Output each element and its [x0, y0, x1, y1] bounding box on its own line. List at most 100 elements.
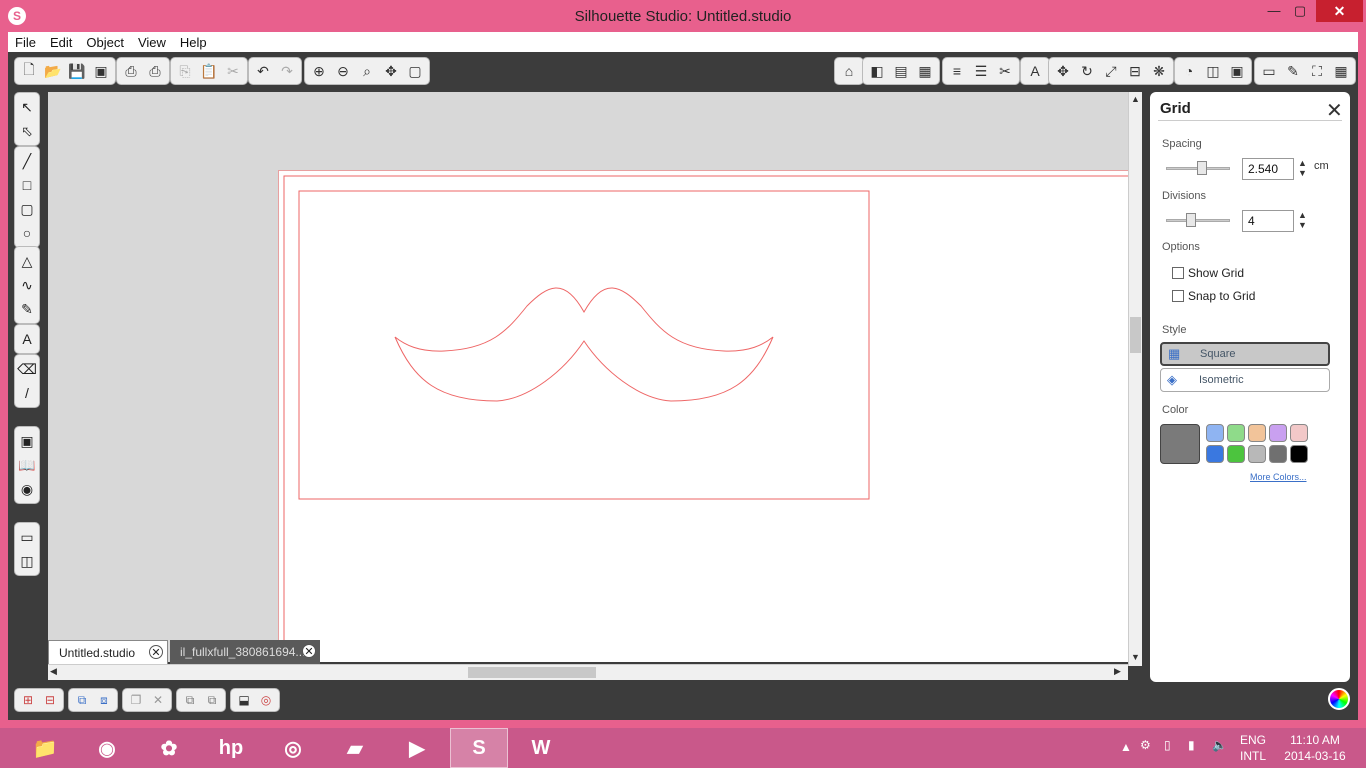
- copy-icon[interactable]: ⎘: [174, 60, 196, 82]
- fullscreen-icon[interactable]: ⛶: [1306, 60, 1328, 82]
- grid-settings-icon[interactable]: ▦: [1330, 60, 1352, 82]
- knife-icon[interactable]: /: [16, 382, 38, 404]
- color-swatch[interactable]: [1227, 424, 1245, 442]
- chrome-icon[interactable]: ◎: [264, 728, 322, 768]
- video-app-icon[interactable]: ▶: [388, 728, 446, 768]
- divisions-input[interactable]: 4: [1242, 210, 1294, 232]
- sketch-icon[interactable]: ✎: [1282, 60, 1304, 82]
- divisions-slider-thumb[interactable]: [1185, 213, 1196, 227]
- vertical-scrollbar[interactable]: ▲ ▼: [1128, 92, 1142, 666]
- target-icon[interactable]: ◎: [255, 690, 277, 710]
- mustache-shape[interactable]: [394, 287, 774, 402]
- zoom-select-icon[interactable]: ⌕: [356, 60, 378, 82]
- fit-page-icon[interactable]: ▢: [404, 60, 426, 82]
- divisions-stepper[interactable]: ▲ ▼: [1298, 210, 1307, 230]
- tab-image-file[interactable]: il_fullxfull_380861694... ✕: [170, 640, 320, 664]
- delete-icon[interactable]: ✕: [147, 690, 169, 710]
- network-icon[interactable]: ▮: [1188, 738, 1195, 752]
- menu-file[interactable]: File: [8, 35, 43, 50]
- system-clock[interactable]: 11:10 AM 2014-03-16: [1284, 732, 1346, 764]
- design-page-icon[interactable]: ▣: [16, 430, 38, 452]
- word-icon[interactable]: W: [512, 728, 570, 768]
- zoom-out-icon[interactable]: ⊖: [332, 60, 354, 82]
- offset-icon[interactable]: ◫: [1202, 60, 1224, 82]
- print-icon[interactable]: ⎙: [120, 60, 142, 82]
- color-wheel-icon[interactable]: [1328, 688, 1350, 710]
- polygon-tool-icon[interactable]: △: [16, 250, 38, 272]
- open-file-icon[interactable]: 📂: [42, 60, 64, 82]
- send-backward-icon[interactable]: ⧉: [201, 690, 223, 710]
- line-tool-icon[interactable]: ╱: [16, 150, 38, 172]
- new-file-icon[interactable]: 🗋: [18, 60, 40, 82]
- color-swatch[interactable]: [1290, 445, 1308, 463]
- cut-settings-icon[interactable]: ✂: [994, 60, 1016, 82]
- show-grid-checkbox[interactable]: [1172, 267, 1184, 279]
- snap-to-grid-checkbox[interactable]: [1172, 290, 1184, 302]
- tray-device-icon[interactable]: ▯: [1164, 738, 1171, 752]
- cut-icon[interactable]: ✂: [222, 60, 244, 82]
- horizontal-scrollbar[interactable]: ◀ ▶: [48, 664, 1128, 680]
- spacing-input[interactable]: 2.540: [1242, 158, 1294, 180]
- show-grid-option[interactable]: Show Grid: [1172, 266, 1244, 280]
- show-hidden-icons[interactable]: ▲: [1120, 740, 1132, 754]
- vertical-scroll-thumb[interactable]: [1130, 317, 1141, 353]
- menu-object[interactable]: Object: [79, 35, 131, 50]
- scroll-left-icon[interactable]: ◀: [50, 666, 57, 677]
- bring-forward-icon[interactable]: ⧉: [179, 690, 201, 710]
- release-compound-icon[interactable]: ⧈: [93, 690, 115, 710]
- eraser-icon[interactable]: ⌫: [16, 358, 38, 380]
- redo-icon[interactable]: ↷: [276, 60, 298, 82]
- menu-view[interactable]: View: [131, 35, 173, 50]
- library-book-icon[interactable]: 📖: [16, 454, 38, 476]
- menu-edit[interactable]: Edit: [43, 35, 79, 50]
- color-swatch[interactable]: [1269, 445, 1287, 463]
- zoom-in-icon[interactable]: ⊕: [308, 60, 330, 82]
- current-color-swatch[interactable]: [1160, 424, 1200, 464]
- color-swatch[interactable]: [1206, 424, 1224, 442]
- scroll-right-icon[interactable]: ▶: [1114, 666, 1121, 677]
- scale-icon[interactable]: ⤢: [1100, 60, 1122, 82]
- page-setup-icon[interactable]: ▭: [1258, 60, 1280, 82]
- trace-icon[interactable]: ◔: [1178, 60, 1200, 82]
- line-color-icon[interactable]: ≡: [946, 60, 968, 82]
- scroll-down-icon[interactable]: ▼: [1131, 652, 1140, 662]
- language-indicator[interactable]: ENG INTL: [1240, 732, 1266, 764]
- library-icon[interactable]: ▣: [1226, 60, 1248, 82]
- maximize-button[interactable]: ▢: [1286, 0, 1314, 24]
- close-tab-icon[interactable]: ✕: [149, 645, 163, 659]
- silhouette-taskbar-icon[interactable]: S: [450, 728, 508, 768]
- color-swatch[interactable]: [1269, 424, 1287, 442]
- save-icon[interactable]: 💾: [66, 60, 88, 82]
- text-style-icon[interactable]: A: [1024, 60, 1046, 82]
- weld-icon[interactable]: ⬓: [233, 690, 255, 710]
- minimize-button[interactable]: —: [1260, 0, 1288, 24]
- media-player-icon[interactable]: ◉: [78, 728, 136, 768]
- tab-untitled[interactable]: Untitled.studio ✕: [48, 640, 168, 664]
- color-swatch[interactable]: [1227, 445, 1245, 463]
- tray-app-icon[interactable]: ⚙: [1140, 738, 1151, 752]
- gradient-icon[interactable]: ▤: [890, 60, 912, 82]
- color-swatch[interactable]: [1248, 445, 1266, 463]
- style-square-button[interactable]: ▦ Square: [1160, 342, 1330, 366]
- spacing-slider[interactable]: [1166, 161, 1230, 175]
- duplicate-icon[interactable]: ❐: [125, 690, 147, 710]
- color-swatch[interactable]: [1248, 424, 1266, 442]
- divisions-slider[interactable]: [1166, 213, 1230, 227]
- undo-icon[interactable]: ↶: [252, 60, 274, 82]
- page-drawing[interactable]: [279, 171, 1128, 662]
- file-explorer-icon[interactable]: 📁: [16, 728, 74, 768]
- color-swatch[interactable]: [1206, 445, 1224, 463]
- pan-icon[interactable]: ✥: [380, 60, 402, 82]
- line-style-icon[interactable]: ☰: [970, 60, 992, 82]
- scroll-up-icon[interactable]: ▲: [1131, 94, 1140, 104]
- align-icon[interactable]: ⊟: [1124, 60, 1146, 82]
- paste-icon[interactable]: 📋: [198, 60, 220, 82]
- design-page[interactable]: [278, 170, 1128, 662]
- ungroup-icon[interactable]: ⊟: [39, 690, 61, 710]
- transform-icon[interactable]: ✥: [1052, 60, 1074, 82]
- rotate-icon[interactable]: ↻: [1076, 60, 1098, 82]
- spacing-stepper[interactable]: ▲ ▼: [1298, 158, 1307, 178]
- volume-icon[interactable]: 🔈: [1212, 738, 1227, 752]
- fill-color-icon[interactable]: ◧: [866, 60, 888, 82]
- group-icon[interactable]: ⊞: [17, 690, 39, 710]
